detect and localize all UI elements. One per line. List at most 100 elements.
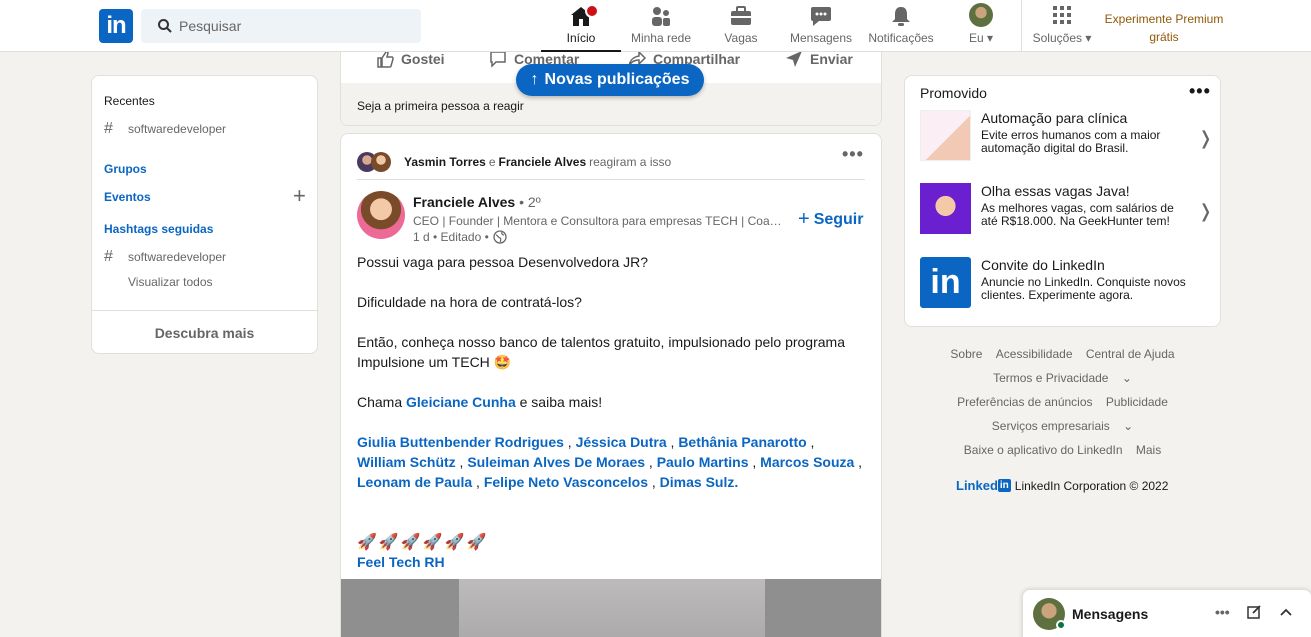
mention-link[interactable]: Paulo Martins (657, 454, 749, 470)
rocket-emoji: 🚀 (357, 534, 377, 551)
hashtag-icon: # (104, 120, 113, 137)
mention-link[interactable]: Giulia Buttenbender Rodrigues (357, 434, 564, 450)
messaging-overlay[interactable]: Mensagens ••• (1022, 589, 1311, 637)
company-link[interactable]: Feel Tech RH (357, 554, 445, 570)
messaging-controls: ••• (1215, 604, 1294, 620)
post-image[interactable] (341, 579, 881, 637)
bell-icon (892, 7, 910, 26)
nav-messaging-label: Mensagens (789, 31, 853, 45)
footer-link[interactable]: Publicidade (1106, 395, 1168, 409)
rocket-emoji: 🚀 (466, 534, 487, 551)
recent-item-label: softwaredeveloper (128, 122, 227, 136)
linkedin-logo-icon: in (920, 257, 971, 308)
hashtag-icon: # (104, 248, 113, 265)
post-text-line: Chama Gleiciane Cunha e saiba mais! (357, 394, 603, 410)
search-icon (158, 19, 172, 33)
promo-description: As melhores vagas, com salários de até R… (981, 201, 1174, 228)
chevron-up-icon[interactable] (1278, 604, 1294, 620)
search-input[interactable]: Pesquisar (141, 9, 421, 43)
footer-link[interactable]: Preferências de anúncios (957, 395, 1092, 409)
promo-options-icon[interactable]: ••• (1189, 81, 1211, 102)
comment-icon (490, 51, 506, 68)
premium-upsell-link[interactable]: Experimente Premium grátis (1100, 10, 1228, 46)
send-button[interactable]: Enviar (784, 49, 853, 69)
nav-notifications[interactable]: Notificações (861, 0, 941, 52)
follow-button[interactable]: + Seguir (798, 208, 863, 231)
discover-more-button[interactable]: Descubra mais (92, 325, 317, 341)
like-button[interactable]: Gostei (375, 49, 445, 69)
promo-thumbnail (920, 110, 971, 161)
nav-jobs[interactable]: Vagas (701, 0, 781, 52)
star-struck-emoji: 🤩 (493, 354, 512, 370)
mention-link[interactable]: Suleiman Alves De Moraes (467, 454, 645, 470)
send-icon (786, 51, 802, 67)
rocket-emoji: 🚀 (444, 534, 465, 551)
footer-link[interactable]: Sobre (950, 347, 982, 361)
community-panel: Recentes # softwaredeveloper Grupos Even… (91, 75, 318, 354)
nav-network-label: Minha rede (630, 31, 692, 45)
nav-home[interactable]: Início (541, 0, 621, 52)
thumbs-up-icon (377, 50, 394, 68)
chevron-down-icon: ▾ (1085, 31, 1092, 45)
reactor-name[interactable]: Yasmin Torres (404, 155, 486, 169)
footer-link[interactable]: Baixe o aplicativo do LinkedIn (964, 443, 1123, 457)
footer-link[interactable]: Serviços empresariais ⌄ (987, 419, 1138, 433)
mention-link[interactable]: William Schütz (357, 454, 456, 470)
linkedin-wordmark-in: in (997, 479, 1011, 492)
global-nav: in Pesquisar Início Minha rede Vagas Men… (0, 0, 1311, 52)
footer-link[interactable]: Termos e Privacidade ⌄ (988, 371, 1137, 385)
promoted-title: Promovido (920, 85, 987, 101)
mention-link[interactable]: Felipe Neto Vasconcelos (484, 474, 648, 490)
mention-link[interactable]: Gleiciane Cunha (406, 394, 516, 410)
globe-icon (493, 230, 507, 244)
promo-description: Anuncie no LinkedIn. Conquiste novos cli… (981, 275, 1186, 302)
post-timestamp: 1 d • Editado • (413, 230, 507, 244)
arrow-up-icon: ↑ (530, 71, 539, 88)
connection-degree: • 2º (519, 194, 541, 210)
nav-solutions[interactable]: Soluções ▾ (1022, 0, 1102, 52)
rocket-emoji: 🚀 (400, 534, 421, 551)
more-options-icon[interactable]: ••• (1215, 604, 1230, 620)
promo-description: Evite erros humanos com a maior automaçã… (981, 128, 1161, 155)
chevron-down-icon: ⌄ (1123, 419, 1134, 433)
nav-me[interactable]: Eu ▾ (941, 0, 1021, 52)
groups-link[interactable]: Grupos (104, 162, 147, 176)
reactor-name[interactable]: Franciele Alves (499, 155, 587, 169)
footer-link[interactable]: Mais (1136, 443, 1161, 457)
divider (92, 310, 317, 311)
recent-item[interactable]: # softwaredeveloper (104, 120, 226, 138)
nav-network[interactable]: Minha rede (621, 0, 701, 52)
new-posts-button[interactable]: ↑ Novas publicações (516, 64, 704, 96)
view-all-link[interactable]: Visualizar todos (128, 275, 213, 289)
author-name[interactable]: Franciele Alves • 2º (413, 194, 541, 210)
author-avatar[interactable] (357, 191, 405, 239)
mention-link[interactable]: Bethânia Panarotto (678, 434, 806, 450)
footer-link[interactable]: Acessibilidade (996, 347, 1073, 361)
compose-icon[interactable] (1246, 604, 1262, 620)
mention-link[interactable]: Marcos Souza (760, 454, 854, 470)
rocket-emoji-row: 🚀 🚀 🚀 🚀 🚀 🚀 (357, 532, 487, 552)
footer-link[interactable]: Central de Ajuda (1086, 347, 1175, 361)
linkedin-logo[interactable]: in (99, 9, 133, 43)
avatar (969, 3, 993, 27)
grid-icon (1053, 6, 1071, 24)
post-options-icon[interactable]: ••• (842, 144, 864, 165)
plus-icon: + (798, 208, 810, 230)
hashtag-item[interactable]: # softwaredeveloper (104, 248, 226, 266)
recent-title: Recentes (104, 94, 155, 108)
copyright: LinkedIn Corporation © 2022 (1014, 478, 1169, 493)
mention-link[interactable]: Jéssica Dutra (576, 434, 667, 450)
post-text-paragraph: Então, conheça nosso banco de talentos g… (357, 334, 845, 370)
followed-hashtags-link[interactable]: Hashtags seguidas (104, 222, 213, 236)
post-image-content (459, 579, 765, 637)
promo-headline: Olha essas vagas Java! (981, 183, 1130, 199)
events-link[interactable]: Eventos (104, 190, 151, 204)
post-text-line: Possui vaga para pessoa Desenvolvedora J… (357, 254, 649, 270)
reacted-suffix: reagiram a isso (589, 154, 672, 169)
nav-messaging[interactable]: Mensagens (781, 0, 861, 52)
nav-home-label: Início (566, 31, 596, 45)
rocket-emoji: 🚀 (422, 534, 443, 551)
mention-link[interactable]: Dimas Sulz. (660, 474, 739, 490)
add-event-plus-icon[interactable]: + (293, 185, 306, 207)
mention-link[interactable]: Leonam de Paula (357, 474, 472, 490)
